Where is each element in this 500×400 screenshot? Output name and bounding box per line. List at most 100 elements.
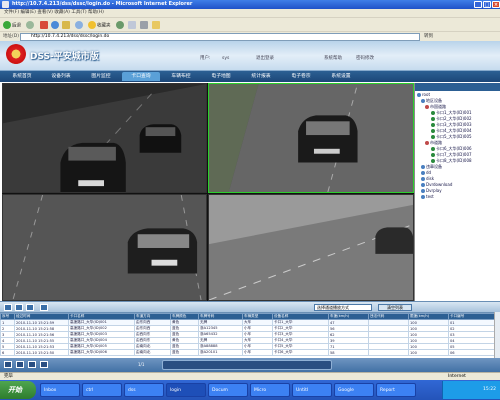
nav-tab-3[interactable]: 卡口查询: [122, 72, 160, 81]
prev-page-button[interactable]: [16, 361, 24, 368]
forward-arrow-icon: [26, 21, 34, 29]
folder-button[interactable]: [152, 21, 161, 30]
nav-tab-2[interactable]: 图片监控: [82, 72, 120, 81]
start-button[interactable]: 开始: [0, 381, 36, 399]
layout-1-button[interactable]: [4, 304, 12, 311]
camera-icon: [431, 135, 435, 139]
window-titlebar: http://10.7.4.213/dss/dssc/login.do - Mi…: [0, 0, 500, 9]
camera-icon: [431, 123, 435, 127]
folder-icon: [425, 141, 429, 145]
first-page-button[interactable]: [4, 361, 12, 368]
main-nav: 系统首页 设备列表 图片监控 卡口查询 车辆布控 电子地图 统计报表 电子卷宗 …: [0, 71, 500, 82]
taskbar-item[interactable]: Untitl: [292, 383, 332, 397]
camera-view-4[interactable]: [208, 194, 414, 301]
tree-item[interactable]: 地区设备: [421, 98, 442, 103]
tree-item[interactable]: 卡口1_大华(ID)001: [431, 110, 472, 115]
last-page-button[interactable]: [40, 361, 48, 368]
mail-icon: [128, 21, 136, 29]
search-button[interactable]: [75, 21, 84, 30]
stop-button[interactable]: [40, 21, 49, 30]
folder-icon: [421, 99, 425, 103]
taskbar-item[interactable]: dss: [124, 383, 164, 397]
video-control-bar: 选择通道播放方式 清空列表: [0, 301, 500, 312]
tree-item[interactable]: Dvrplay: [421, 188, 442, 193]
forward-button[interactable]: [26, 21, 35, 30]
taskbar-item[interactable]: Micro: [250, 383, 290, 397]
clear-list-button[interactable]: 清空列表: [378, 304, 412, 311]
page-indicator: 1/1: [138, 362, 145, 367]
search-icon: [75, 21, 83, 29]
tree-item[interactable]: disk: [421, 176, 434, 181]
table-cell: [368, 349, 409, 356]
nav-tab-4[interactable]: 车辆布控: [162, 72, 200, 81]
camera-frame-4: [209, 195, 413, 300]
refresh-button[interactable]: [51, 21, 60, 30]
app-header: DSS-平安城市版 用户: sys 退出登录 系统帮助 密码修改: [0, 41, 500, 71]
tree-item[interactable]: dd: [421, 170, 431, 175]
nav-tab-8[interactable]: 系统设置: [322, 72, 360, 81]
logout-link[interactable]: 退出登录: [256, 56, 274, 62]
tree-item[interactable]: root: [417, 92, 430, 97]
camera-view-2[interactable]: [208, 83, 414, 193]
print-button[interactable]: [140, 21, 149, 30]
nav-tab-0[interactable]: 系统首页: [4, 72, 40, 81]
address-input[interactable]: http://10.7.4.213/dss/dssc/login.do: [20, 33, 420, 41]
tree-item[interactable]: 卡口2_大华(ID)002: [431, 116, 472, 121]
home-button[interactable]: [62, 21, 71, 30]
go-button[interactable]: 转到: [424, 33, 444, 41]
favorites-button[interactable]: 收藏夹: [88, 21, 111, 30]
home-icon: [62, 21, 70, 29]
taskbar-item[interactable]: login: [166, 383, 206, 397]
back-button[interactable]: 后退: [3, 21, 21, 30]
history-button[interactable]: [116, 21, 125, 30]
help-link[interactable]: 系统帮助: [324, 56, 342, 62]
taskbar-item[interactable]: Docum: [208, 383, 248, 397]
layout-4-button[interactable]: [15, 304, 23, 311]
tree-item[interactable]: 卡口6_大华(ID)006: [431, 146, 472, 151]
table-row[interactable]: 6 2010-11-10 15:21:50 高速路口_大华(ID)006 由南向北 蓝色…: [0, 349, 495, 356]
close-button[interactable]: ×: [492, 1, 500, 8]
mail-button[interactable]: [128, 21, 137, 30]
channel-mode-select[interactable]: 选择通道播放方式: [314, 304, 372, 311]
tree-item[interactable]: 卡口4_大华(ID)004: [431, 128, 472, 133]
table-scrollbar[interactable]: [494, 312, 500, 358]
taskbar-item[interactable]: Report: [376, 383, 416, 397]
clock: 15:22: [483, 387, 496, 392]
nav-tab-6[interactable]: 统计报表: [242, 72, 280, 81]
password-link[interactable]: 密码修改: [356, 56, 374, 62]
car-3a: [127, 228, 198, 274]
playback-progress[interactable]: [162, 360, 332, 370]
tree-item[interactable]: 卡口7_大华(ID)007: [431, 152, 472, 157]
camera-frame-3: [3, 195, 206, 300]
layout-9-button[interactable]: [26, 304, 34, 311]
tree-item[interactable]: 市道路: [425, 140, 442, 145]
car-2a: [298, 115, 358, 163]
taskbar-item[interactable]: Inbox: [40, 383, 80, 397]
nav-tab-5[interactable]: 电子地图: [202, 72, 240, 81]
taskbar-item[interactable]: Google: [334, 383, 374, 397]
menu-bar[interactable]: 文件(F) 编辑(E) 查看(V) 收藏(A) 工具(T) 帮助(H): [0, 9, 500, 17]
ie-icon: [2, 1, 9, 8]
tree-item[interactable]: 卡口5_大华(ID)005: [431, 134, 472, 139]
table-cell: 100: [408, 349, 449, 356]
next-page-button[interactable]: [28, 361, 36, 368]
camera-view-1[interactable]: [2, 83, 207, 193]
camera-icon: [431, 147, 435, 151]
status-bar: 完毕 Internet: [0, 372, 500, 380]
nav-tab-7[interactable]: 电子卷宗: [282, 72, 320, 81]
tree-item[interactable]: 卡口8_大华(ID)008: [431, 158, 472, 163]
maximize-button[interactable]: □: [483, 1, 491, 8]
windows-taskbar: 开始 Inbox ctrl dss login Docum Micro Unti…: [0, 380, 500, 400]
minimize-button[interactable]: _: [474, 1, 482, 8]
tree-item[interactable]: test: [421, 194, 434, 199]
nav-tab-1[interactable]: 设备列表: [42, 72, 80, 81]
tree-item[interactable]: 违章设备: [421, 164, 442, 169]
tree-item[interactable]: 市国道路: [425, 104, 446, 109]
tree-item[interactable]: 卡口3_大华(ID)003: [431, 122, 472, 127]
taskbar-item[interactable]: ctrl: [82, 383, 122, 397]
table-cell: 高速路口_大华(ID)006: [68, 349, 135, 356]
tree-item[interactable]: Dvrdownload: [421, 182, 452, 187]
fullscreen-button[interactable]: [40, 304, 48, 311]
camera-view-3[interactable]: [2, 194, 207, 301]
car-1a: [60, 142, 126, 192]
